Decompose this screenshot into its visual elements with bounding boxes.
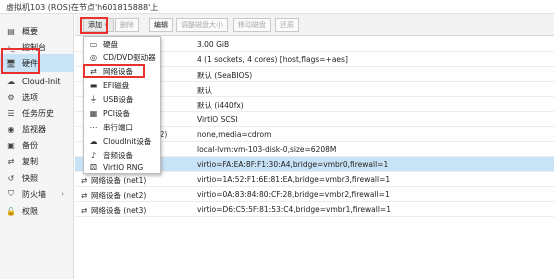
sidebar-item-label: 任务历史 xyxy=(22,108,54,118)
edit-button[interactable]: 编辑 xyxy=(149,18,173,32)
row-value: 默认 xyxy=(197,86,212,95)
sidebar-item-label: 防火墙 xyxy=(22,189,46,199)
table-row[interactable]: ⇄ 网络设备 (net3) virtio=D6:C5:5F:81:53:C4,br… xyxy=(75,202,554,217)
menu-item-hard-disk[interactable]: ▭ 硬盘 xyxy=(84,39,160,51)
gear-icon: ⚙ xyxy=(7,92,15,102)
window-title: 虚拟机103 (ROS)在节点'h601815888'上 xyxy=(6,3,159,12)
row-value: 3.00 GiB xyxy=(197,40,230,49)
network-icon: ⇄ xyxy=(81,206,88,215)
sidebar-item-label: Cloud-Init xyxy=(22,76,61,86)
row-value: none,media=cdrom xyxy=(197,130,272,139)
sidebar-item-label: 备份 xyxy=(22,140,38,150)
row-value: local-lvm:vm-103-disk-0,size=6208M xyxy=(197,145,337,154)
list-icon: ☰ xyxy=(7,108,15,118)
efi-disk-icon: ▬ xyxy=(89,81,98,91)
cloud-icon: ☁ xyxy=(89,137,98,147)
table-row[interactable]: ⇄ 网络设备 (net2) virtio=0A:83:84:80:CF:28,br… xyxy=(75,187,554,202)
row-value: 默认 (SeaBIOS) xyxy=(197,71,253,80)
network-icon: ⇄ xyxy=(81,176,88,185)
row-value: 默认 (i440fx) xyxy=(197,101,244,110)
sidebar-item-label: 概要 xyxy=(22,26,38,36)
add-dropdown-menu: ▭ 硬盘 ◎ CD/DVD驱动器 ⇄ 网络设备 ▬ EFI磁盘 ⏚ USB设备 … xyxy=(83,36,161,174)
sidebar-item-permissions[interactable]: 🔓 权限 xyxy=(0,202,74,220)
sidebar-item-label: 选项 xyxy=(22,92,38,102)
volume-icon: ♪ xyxy=(90,151,97,161)
toolbar: 添加 ∨ 删除 编辑 调整磁盘大小 移动磁盘 还原 xyxy=(75,14,554,36)
row-name: ⇄ 网络设备 (net1) xyxy=(81,176,147,185)
title-bar: 虚拟机103 (ROS)在节点'h601815888'上 xyxy=(0,0,554,14)
revert-button[interactable]: 还原 xyxy=(275,18,299,32)
menu-item-usb-device[interactable]: ⏚ USB设备 xyxy=(84,94,160,106)
sidebar-item-label: 复制 xyxy=(22,156,38,166)
highlight-box-add xyxy=(80,17,108,34)
usb-icon: ⏚ xyxy=(89,95,98,105)
shield-icon: ⛉ xyxy=(8,189,14,198)
cd-icon: ◎ xyxy=(90,53,97,63)
sidebar-item-firewall[interactable]: ⛉ 防火墙 › xyxy=(0,185,74,203)
eye-icon: ◉ xyxy=(7,124,15,134)
sidebar-item-label: 监视器 xyxy=(22,124,46,134)
serial-icon: ⋯ xyxy=(89,123,98,133)
save-icon: ▣ xyxy=(7,140,15,150)
chevron-right-icon: › xyxy=(61,190,64,198)
cloud-icon: ☁ xyxy=(7,76,15,86)
row-value: VirtIO SCSI xyxy=(197,115,238,124)
row-value: virtio=D6:C5:5F:81:53:C4,bridge=vmbr1,fi… xyxy=(197,205,391,214)
resize-disk-button[interactable]: 调整磁盘大小 xyxy=(176,18,228,32)
remove-button[interactable]: 删除 xyxy=(115,18,139,32)
pci-icon: ▦ xyxy=(89,109,98,119)
menu-item-virtio-rng[interactable]: ⚄ VirtIO RNG xyxy=(84,162,160,174)
menu-item-cd-dvd[interactable]: ◎ CD/DVD驱动器 xyxy=(84,52,160,64)
row-name: ⇄ 网络设备 (net2) xyxy=(81,191,147,200)
sidebar-item-label: 权限 xyxy=(22,206,38,216)
menu-item-cloudinit-device[interactable]: ☁ CloudInit设备 xyxy=(84,136,160,148)
highlight-box-network-device xyxy=(83,64,145,78)
row-value: virtio=1A:52:F1:6E:81:EA,bridge=vmbr3,fi… xyxy=(197,175,391,184)
retweet-icon: ⇄ xyxy=(7,156,15,166)
menu-item-audio-device[interactable]: ♪ 音频设备 xyxy=(84,150,160,162)
rng-icon: ⚄ xyxy=(90,163,97,173)
row-value: virtio=FA:EA:8F:F1:30:A4,bridge=vmbr0,fi… xyxy=(197,160,389,169)
sidebar-item-replication[interactable]: ⇄ 复制 xyxy=(0,152,74,170)
unlock-icon: 🔓 xyxy=(6,206,16,216)
menu-item-efi-disk[interactable]: ▬ EFI磁盘 xyxy=(84,80,160,92)
row-name: ⇄ 网络设备 (net3) xyxy=(81,206,147,215)
sidebar-item-label: 快照 xyxy=(22,173,38,183)
table-row[interactable]: ⇄ 网络设备 (net1) virtio=1A:52:F1:6E:81:EA,br… xyxy=(75,172,554,187)
move-disk-button[interactable]: 移动磁盘 xyxy=(233,18,271,32)
row-value: 4 (1 sockets, 4 cores) [host,flags=+aes] xyxy=(197,55,348,64)
row-value: virtio=0A:83:84:80:CF:28,bridge=vmbr2,fi… xyxy=(197,190,390,199)
menu-item-pci-device[interactable]: ▦ PCI设备 xyxy=(84,108,160,120)
network-icon: ⇄ xyxy=(81,191,88,200)
hdd-icon: ▭ xyxy=(89,40,98,50)
history-icon: ↺ xyxy=(7,173,15,183)
menu-item-serial-port[interactable]: ⋯ 串行端口 xyxy=(84,122,160,134)
highlight-box-hardware xyxy=(1,48,40,74)
document-icon: ▤ xyxy=(7,26,15,36)
